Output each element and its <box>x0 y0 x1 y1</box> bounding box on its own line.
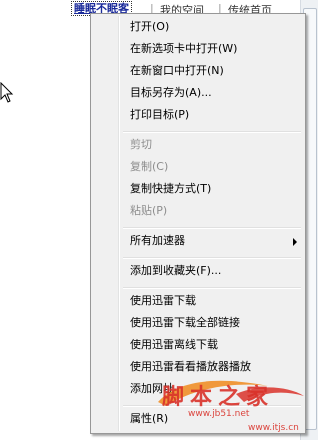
menu-item-all-accelerators[interactable]: 所有加速器 <box>93 230 303 252</box>
svg-text:www.itjs.cn: www.itjs.cn <box>248 423 299 433</box>
site-watermark-logo: 脚本之家 www.jb51.net www.itjs.cn <box>158 380 304 433</box>
menu-item-label: 使用迅雷下载 <box>130 294 196 307</box>
menu-item-print-target[interactable]: 打印目标(P) <box>93 104 303 126</box>
submenu-arrow-icon <box>293 238 297 246</box>
menu-item-thunder-download[interactable]: 使用迅雷下载 <box>93 290 303 312</box>
menu-item-copy-shortcut[interactable]: 复制快捷方式(T) <box>93 178 303 200</box>
menu-separator <box>123 227 301 229</box>
menu-separator <box>123 287 301 289</box>
menu-separator <box>123 257 301 259</box>
menu-item-label: 所有加速器 <box>130 234 185 247</box>
context-menu: 打开(O) 在新选项卡中打开(W) 在新窗口中打开(N) 目标另存为(A)...… <box>90 13 306 434</box>
menu-item-add-to-favorites[interactable]: 添加到收藏夹(F)... <box>93 260 303 282</box>
menu-item-label: 在新窗口中打开(N) <box>130 64 224 77</box>
menu-item-label: 使用迅雷离线下载 <box>130 338 218 351</box>
menu-item-label: 打开(O) <box>130 20 170 33</box>
menu-item-label: 目标另存为(A)... <box>130 86 212 99</box>
menu-item-label: 剪切 <box>130 138 152 151</box>
menu-item-label: 使用迅雷下载全部链接 <box>130 316 240 329</box>
menu-item-label: 在新选项卡中打开(W) <box>130 42 238 55</box>
menu-item-copy: 复制(C) <box>93 156 303 178</box>
menu-item-paste: 粘贴(P) <box>93 200 303 222</box>
svg-text:www.jb51.net: www.jb51.net <box>188 409 250 419</box>
menu-item-label: 打印目标(P) <box>130 108 190 121</box>
menu-item-label: 复制(C) <box>130 160 169 173</box>
svg-text:脚本之家: 脚本之家 <box>162 384 274 410</box>
menu-item-label: 粘贴(P) <box>130 204 168 217</box>
menu-item-label: 添加到收藏夹(F)... <box>130 264 222 277</box>
menu-item-thunder-download-all[interactable]: 使用迅雷下载全部链接 <box>93 312 303 334</box>
menu-item-cut: 剪切 <box>93 134 303 156</box>
menu-separator <box>123 131 301 133</box>
menu-item-open-new-window[interactable]: 在新窗口中打开(N) <box>93 60 303 82</box>
menu-item-open-new-tab[interactable]: 在新选项卡中打开(W) <box>93 38 303 60</box>
menu-item-thunder-offline-download[interactable]: 使用迅雷离线下载 <box>93 334 303 356</box>
menu-item-label: 复制快捷方式(T) <box>130 182 212 195</box>
mouse-cursor-icon <box>0 82 14 103</box>
browser-page: 睡眠不眠客 | 我的空间 | 传统首页 打开(O) 在新选项卡中打开(W) 在新… <box>0 0 318 440</box>
menu-item-open[interactable]: 打开(O) <box>93 16 303 38</box>
menu-item-save-target-as[interactable]: 目标另存为(A)... <box>93 82 303 104</box>
